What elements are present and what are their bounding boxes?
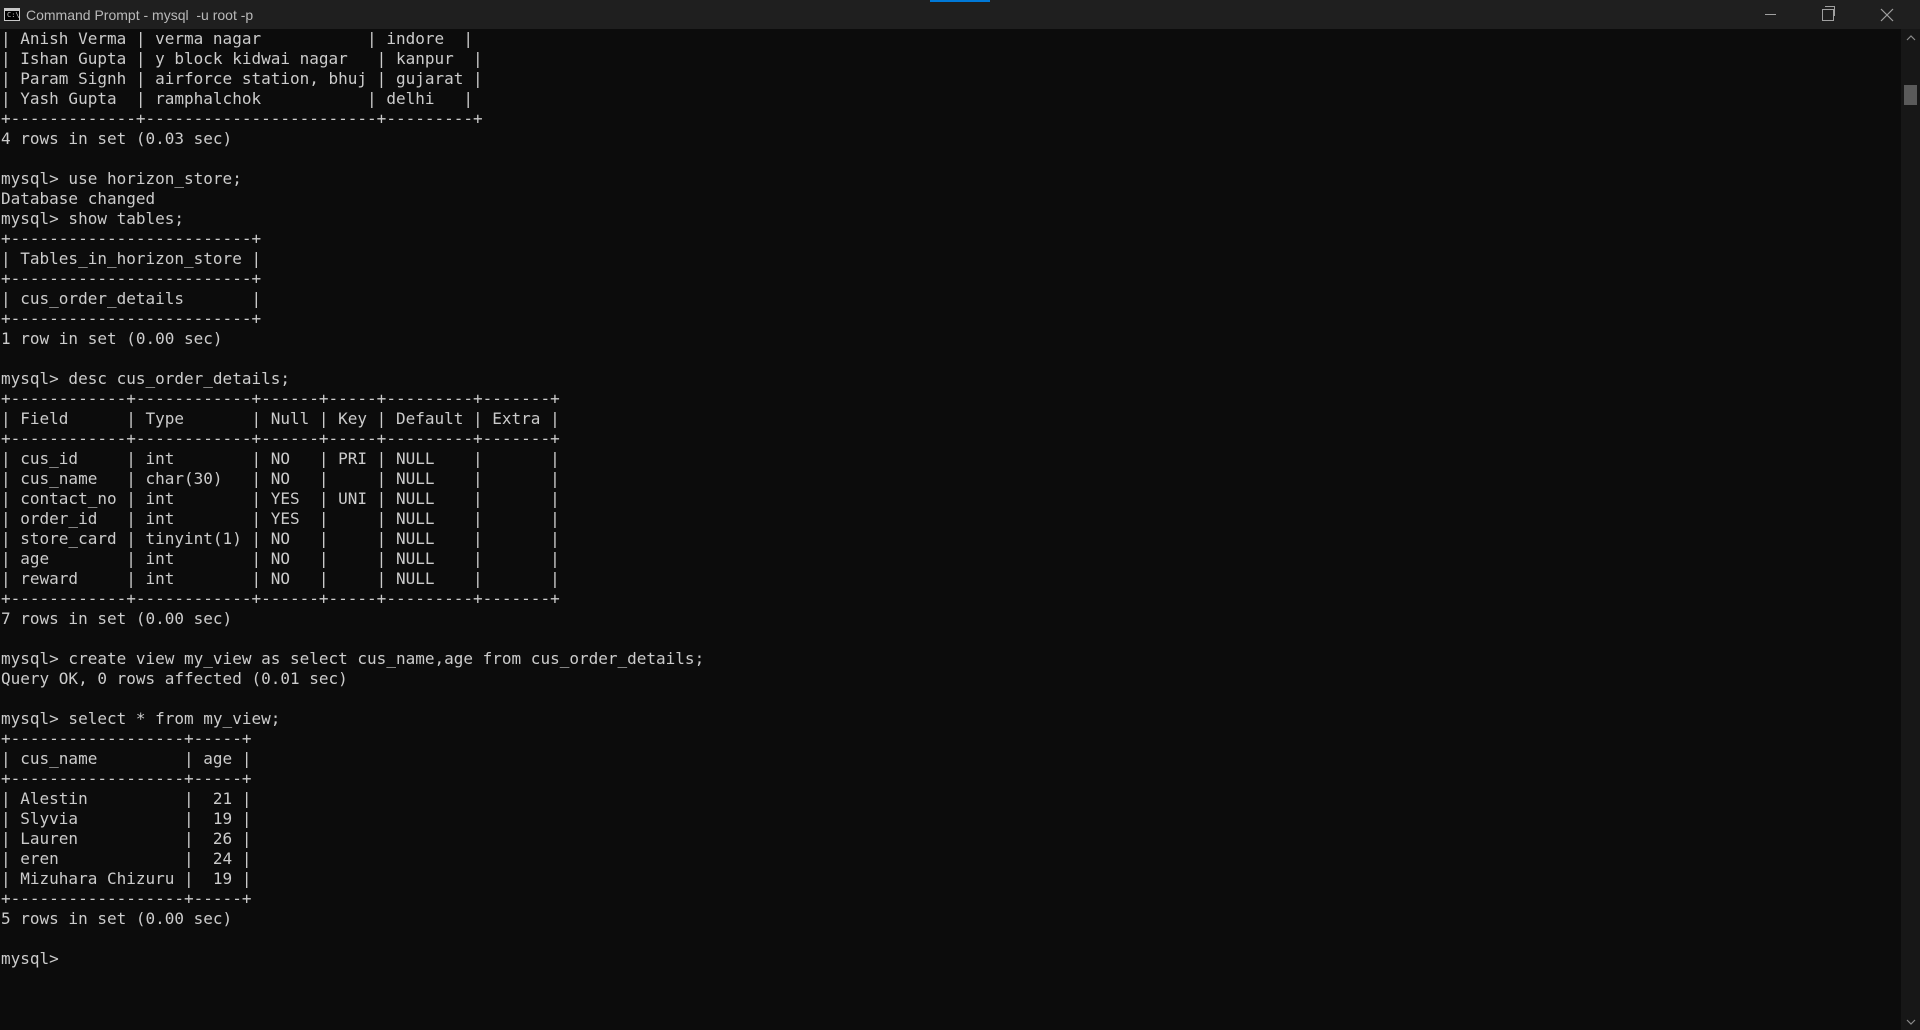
console-line: | cus_name | age | — [1, 749, 252, 768]
console-line: | Yash Gupta | ramphalchok | delhi | — [1, 89, 474, 108]
console-line: +------------+------------+------+-----+… — [1, 429, 560, 448]
console-line: | Ishan Gupta | y block kidwai nagar | k… — [1, 49, 483, 68]
title-bar-accent — [930, 0, 990, 2]
console-line: +------------+------------+------+-----+… — [1, 589, 560, 608]
scroll-up-button[interactable] — [1901, 29, 1920, 46]
console-line: | store_card | tinyint(1) | NO | | NULL … — [1, 529, 560, 548]
restore-button[interactable] — [1799, 0, 1857, 29]
close-button[interactable] — [1858, 0, 1916, 29]
console-line: +-------------------------+ — [1, 269, 262, 288]
console-line: | Slyvia | 19 | — [1, 809, 252, 828]
scroll-up-icon — [1906, 34, 1915, 40]
minimize-button[interactable] — [1741, 0, 1799, 29]
console-line: mysql> — [1, 949, 69, 968]
console-line: mysql> select * from my_view; — [1, 709, 281, 728]
close-icon — [1880, 8, 1894, 21]
console-line: +------------+------------+------+-----+… — [1, 389, 560, 408]
console-line: | age | int | NO | | NULL | | — [1, 549, 560, 568]
window-title: Command Prompt - mysql -u root -p — [26, 6, 254, 23]
console-line: +-------------------------+ — [1, 309, 262, 328]
console-line: | Field | Type | Null | Key | Default | … — [1, 409, 560, 428]
console-line: | Param Signh | airforce station, bhuj |… — [1, 69, 483, 88]
console-line: 5 rows in set (0.00 sec) — [1, 909, 233, 928]
console-line: | Tables_in_horizon_store | — [1, 249, 262, 268]
console-line: | eren | 24 | — [1, 849, 252, 868]
console-line: | Alestin | 21 | — [1, 789, 252, 808]
console-line: +------------------+-----+ — [1, 729, 252, 748]
console-line: mysql> show tables; — [1, 209, 185, 228]
console-line: +------------------+-----+ — [1, 889, 252, 908]
console-line: | Lauren | 26 | — [1, 829, 252, 848]
restore-icon — [1822, 5, 1835, 21]
console-line: | reward | int | NO | | NULL | | — [1, 569, 560, 588]
command-prompt-icon[interactable]: C:\ — [4, 8, 20, 21]
console-line: +------------------+-----+ — [1, 769, 252, 788]
console-line: | cus_name | char(30) | NO | | NULL | | — [1, 469, 560, 488]
minimize-icon — [1764, 14, 1776, 15]
console-line: mysql> create view my_view as select cus… — [1, 649, 705, 668]
vertical-scrollbar[interactable] — [1901, 29, 1920, 1030]
console-line: | order_id | int | YES | | NULL | | — [1, 509, 560, 528]
console-line: 1 row in set (0.00 sec) — [1, 329, 223, 348]
console-line: 7 rows in set (0.00 sec) — [1, 609, 233, 628]
title-bar[interactable]: C:\ Command Prompt - mysql -u root -p — [0, 0, 1920, 29]
console-line: | Mizuhara Chizuru | 19 | — [1, 869, 252, 888]
console-line: | Anish Verma | verma nagar | indore | — [1, 29, 474, 48]
console-text: | Anish Verma | verma nagar | indore | | … — [0, 29, 1900, 969]
console-line: 4 rows in set (0.03 sec) — [1, 129, 233, 148]
console-output[interactable]: | Anish Verma | verma nagar | indore | | … — [0, 29, 1900, 1030]
scroll-down-icon — [1906, 1019, 1915, 1025]
console-line: mysql> use horizon_store; — [1, 169, 242, 188]
console-line: | cus_id | int | NO | PRI | NULL | | — [1, 449, 560, 468]
console-line: Database changed — [1, 189, 156, 208]
command-prompt-window: C:\ Command Prompt - mysql -u root -p | … — [0, 0, 1920, 1030]
command-prompt-icon-label: C:\ — [7, 11, 20, 19]
console-line: Query OK, 0 rows affected (0.01 sec) — [1, 669, 348, 688]
console-line: +-------------+------------------------+… — [1, 109, 483, 128]
scroll-down-button[interactable] — [1901, 1013, 1920, 1030]
scrollbar-thumb[interactable] — [1904, 85, 1917, 105]
console-line: +-------------------------+ — [1, 229, 262, 248]
console-line: | cus_order_details | — [1, 289, 262, 308]
console-line: | contact_no | int | YES | UNI | NULL | … — [1, 489, 560, 508]
console-line: mysql> desc cus_order_details; — [1, 369, 290, 388]
